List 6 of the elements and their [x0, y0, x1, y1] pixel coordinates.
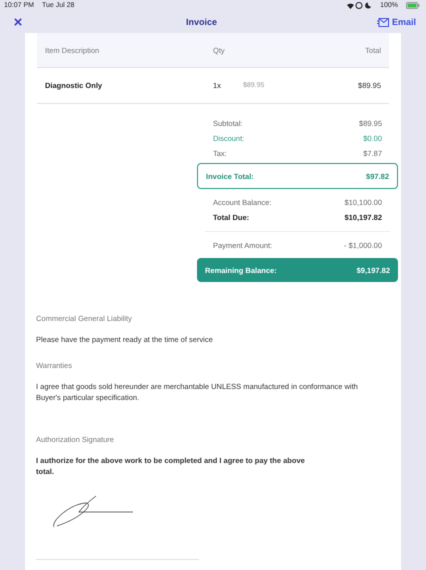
status-icons [346, 2, 372, 9]
screen-title: Invoice [184, 17, 218, 27]
close-button[interactable]: × [10, 14, 26, 30]
envelope-icon [376, 18, 389, 26]
battery-icon [406, 2, 420, 9]
email-button[interactable]: Email [376, 17, 416, 27]
